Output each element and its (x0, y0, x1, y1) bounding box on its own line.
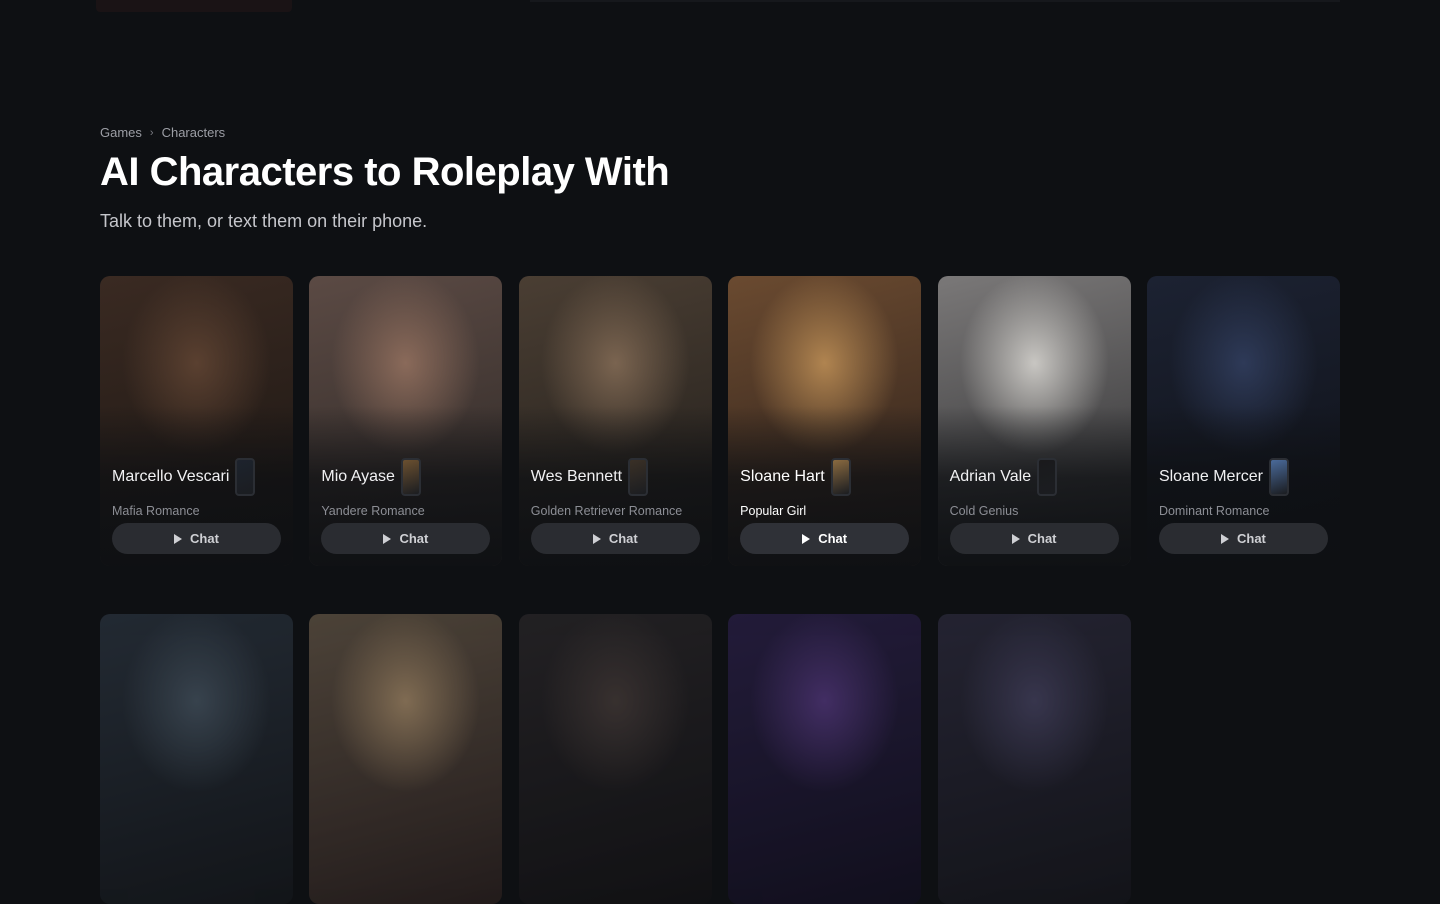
breadcrumb-games-link[interactable]: Games (100, 125, 142, 140)
top-nav-bar (0, 0, 1440, 14)
character-card-row2-1[interactable] (100, 614, 293, 904)
breadcrumb: Games › Characters (100, 125, 225, 140)
character-card-row2-5[interactable] (937, 614, 1131, 904)
page-title: AI Characters to Roleplay With (100, 150, 670, 194)
page-subtitle: Talk to them, or text them on their phon… (100, 211, 428, 231)
character-card-sloane-mercer[interactable]: Sloane Mercer Dominant Romance Chat (1146, 276, 1340, 566)
play-icon (1221, 533, 1229, 544)
character-name: Mio Ayase (321, 468, 395, 485)
character-genre: Cold Genius (949, 504, 1019, 518)
chat-button[interactable]: Chat (112, 523, 281, 554)
chat-button[interactable]: Chat (530, 523, 700, 554)
phone-icon[interactable] (628, 458, 649, 496)
breadcrumb-characters-link[interactable]: Characters (162, 125, 226, 140)
phone-icon[interactable] (400, 458, 421, 496)
phone-icon[interactable] (235, 458, 256, 496)
play-icon (383, 533, 392, 544)
character-genre: Dominant Romance (1158, 504, 1270, 518)
phone-icon[interactable] (1269, 458, 1289, 496)
top-nav-logo-area (96, 0, 292, 12)
character-card-row2-2[interactable] (309, 614, 503, 904)
chat-button-label: Chat (818, 531, 848, 546)
character-portrait (518, 614, 712, 904)
chat-button-label: Chat (190, 531, 219, 546)
chat-button[interactable]: Chat (740, 523, 910, 554)
chat-button[interactable]: Chat (1158, 523, 1328, 554)
character-genre: Popular Girl (740, 504, 807, 518)
phone-icon[interactable] (830, 458, 851, 496)
character-portrait (100, 614, 293, 904)
character-card-marcello-vescari[interactable]: Marcello Vescari Mafia Romance Chat (100, 276, 293, 566)
character-name: Wes Bennett (530, 468, 623, 485)
chat-button-label: Chat (1027, 531, 1057, 546)
character-card-row2-3[interactable] (518, 614, 712, 904)
character-portrait (728, 614, 922, 904)
character-name: Marcello Vescari (112, 468, 230, 485)
play-icon (174, 533, 183, 544)
chat-button-label: Chat (399, 531, 429, 546)
play-icon (592, 533, 601, 544)
character-genre: Mafia Romance (112, 504, 200, 518)
phone-icon[interactable] (1037, 458, 1058, 496)
breadcrumb-separator: › (149, 126, 154, 139)
chat-button[interactable]: Chat (949, 523, 1119, 554)
character-card-sloane-hart[interactable]: Sloane Hart Popular Girl Chat (728, 276, 922, 566)
chat-button-label: Chat (608, 531, 638, 546)
character-card-adrian-vale[interactable]: Adrian Vale Cold Genius Chat (937, 276, 1131, 566)
character-portrait (309, 614, 503, 904)
character-name: Adrian Vale (949, 468, 1032, 485)
top-nav-divider (530, 0, 1340, 2)
character-genre: Yandere Romance (321, 504, 425, 518)
play-icon (1011, 533, 1020, 544)
character-portrait (937, 614, 1131, 904)
character-card-wes-bennett[interactable]: Wes Bennett Golden Retriever Romance Cha… (518, 276, 712, 566)
character-name: Sloane Mercer (1158, 468, 1263, 485)
play-icon (802, 533, 811, 544)
chat-button[interactable]: Chat (321, 523, 491, 554)
character-genre: Golden Retriever Romance (530, 504, 683, 518)
character-card-mio-ayase[interactable]: Mio Ayase Yandere Romance Chat (309, 276, 503, 566)
chat-button-label: Chat (1237, 531, 1266, 546)
character-card-row2-4[interactable] (728, 614, 922, 904)
character-name: Sloane Hart (740, 468, 825, 485)
